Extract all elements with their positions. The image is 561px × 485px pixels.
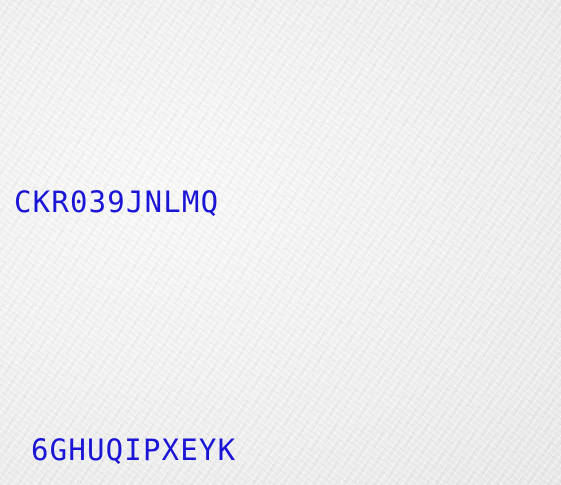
code-text-bottom: 6GHUQIPXEYK <box>31 433 237 467</box>
paper-background: { "texts": [ {"value": "CKR039JNLMQ", "c… <box>0 0 561 485</box>
code-text-top: CKR039JNLMQ <box>14 185 220 219</box>
